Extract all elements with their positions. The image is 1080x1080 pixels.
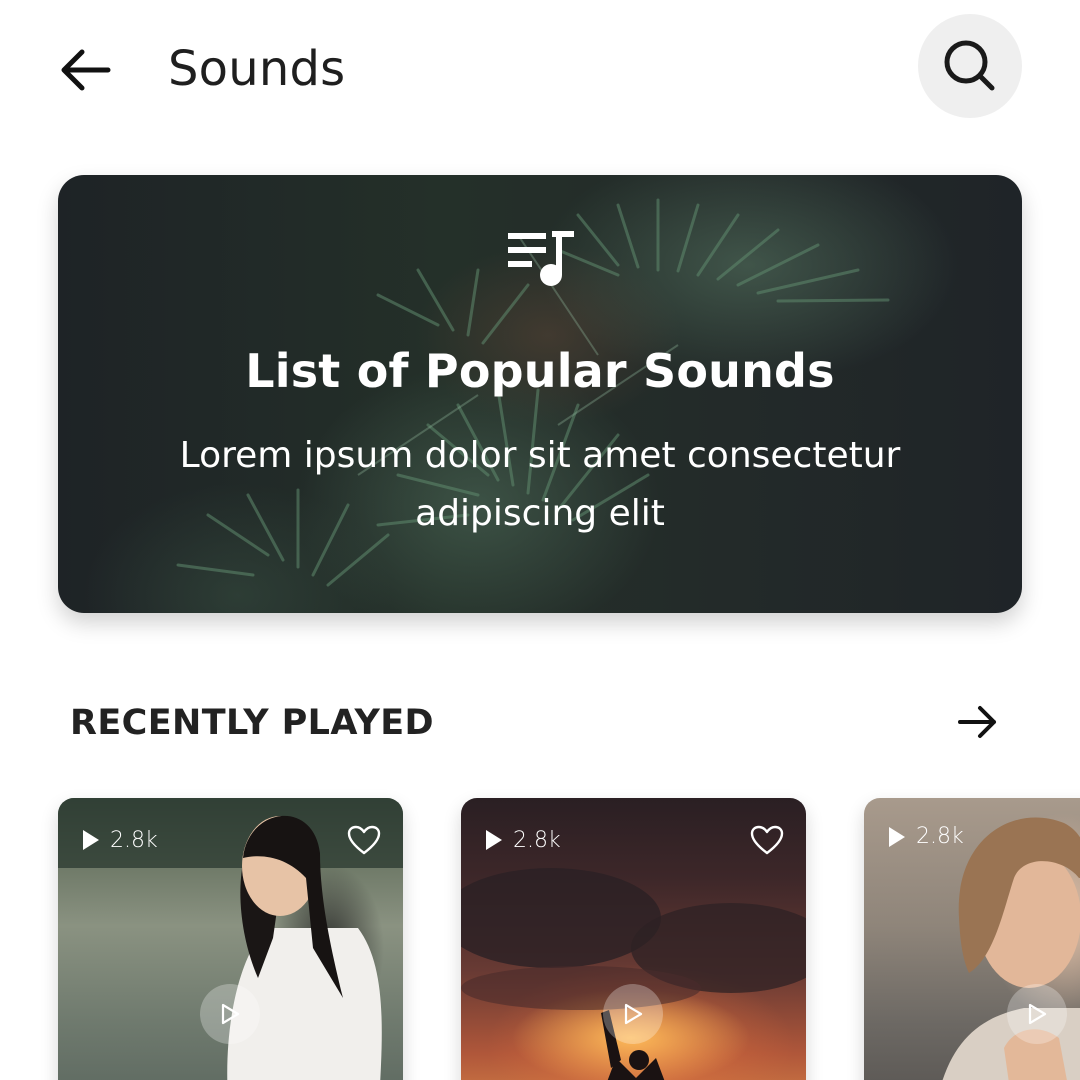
favorite-button[interactable] xyxy=(347,824,381,856)
search-button[interactable] xyxy=(918,14,1022,118)
play-outline-icon xyxy=(221,1003,240,1025)
play-icon xyxy=(83,830,99,850)
card-top-bar: 2.8k xyxy=(485,824,784,856)
card-top-bar: 2.8k xyxy=(888,824,1080,849)
play-count-label: 2.8k xyxy=(513,827,561,853)
sounds-screen: Sounds List of Popular Sounds Lorem ipsu… xyxy=(0,0,1080,1080)
see-all-button[interactable] xyxy=(950,694,1006,750)
card-play-button[interactable] xyxy=(200,984,260,1044)
arrow-left-icon xyxy=(61,49,111,91)
play-icon xyxy=(889,826,905,847)
popular-sounds-banner[interactable]: List of Popular Sounds Lorem ipsum dolor… xyxy=(58,175,1022,613)
arrow-right-icon xyxy=(958,706,996,738)
card-play-button[interactable] xyxy=(603,984,663,1044)
play-icon xyxy=(486,830,502,850)
sound-card[interactable]: 2.8k xyxy=(58,798,403,1080)
play-outline-icon xyxy=(1028,1003,1047,1025)
play-count: 2.8k xyxy=(82,828,158,853)
heart-icon xyxy=(750,825,784,855)
recently-played-title: RECENTLY PLAYED xyxy=(70,703,434,743)
heart-icon xyxy=(347,825,381,855)
page-title: Sounds xyxy=(168,41,346,97)
banner-title: List of Popular Sounds xyxy=(245,344,835,398)
play-outline-icon xyxy=(624,1003,643,1025)
banner-content: List of Popular Sounds Lorem ipsum dolor… xyxy=(58,175,1022,613)
card-play-button[interactable] xyxy=(1007,984,1067,1044)
back-button[interactable] xyxy=(50,36,118,104)
play-count: 2.8k xyxy=(485,828,561,853)
search-icon xyxy=(944,40,995,91)
playlist-music-icon xyxy=(508,231,574,286)
card-top-bar: 2.8k xyxy=(82,824,381,856)
sound-card[interactable]: 2.8k xyxy=(864,798,1080,1080)
banner-description: Lorem ipsum dolor sit amet consectetur a… xyxy=(179,435,901,534)
play-count: 2.8k xyxy=(888,824,964,849)
sound-card[interactable]: 2.8k xyxy=(461,798,806,1080)
play-count-label: 2.8k xyxy=(916,824,964,849)
play-count-label: 2.8k xyxy=(110,827,158,853)
favorite-button[interactable] xyxy=(750,824,784,856)
